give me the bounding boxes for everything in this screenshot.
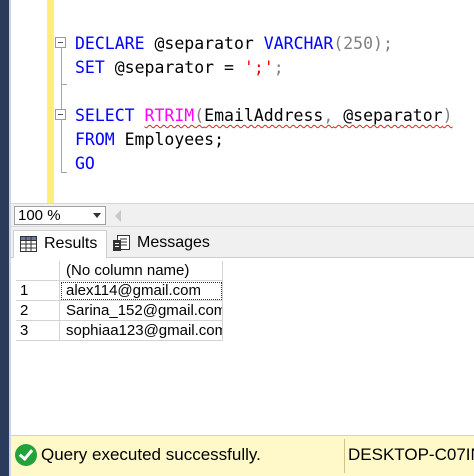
variable: @separator (333, 106, 443, 125)
outline-line (61, 40, 62, 172)
change-tracking-margin (47, 0, 54, 203)
server-name: DESKTOP-C07IN (348, 445, 474, 464)
tab-label: Messages (137, 234, 210, 251)
code-text: , (323, 106, 334, 125)
code-line-4[interactable]: SELECT RTRIM(EmailAddress, @separator) (75, 104, 453, 128)
editor-zoom-bar: 100 % (11, 203, 474, 227)
status-divider (344, 439, 345, 473)
messages-icon (113, 235, 130, 251)
keyword: SELECT (75, 106, 145, 125)
window-frame-left (0, 0, 9, 476)
code-text: ) (442, 106, 453, 125)
query-editor[interactable]: DECLARE @separator VARCHAR(250); SET @se… (11, 0, 474, 203)
function-name: RTRIM (144, 106, 195, 125)
results-tab-bar: Results Messages (11, 227, 474, 258)
keyword: GO (75, 154, 95, 173)
row-number[interactable]: 3 (16, 321, 60, 341)
tab-results[interactable]: Results (13, 230, 107, 258)
code-line-1[interactable]: DECLARE @separator VARCHAR(250); (75, 32, 393, 56)
string-literal: ';' (243, 58, 274, 77)
tab-messages[interactable]: Messages (107, 230, 211, 258)
variable: @separator = (104, 58, 244, 77)
keyword: DECLARE (75, 34, 145, 53)
variable: @separator (144, 34, 264, 53)
code-line-2[interactable]: SET @separator = ';'; (75, 56, 284, 80)
column-name: EmailAddress (204, 106, 324, 125)
code-line-5[interactable]: FROM Employees; (75, 128, 224, 152)
chevron-down-icon[interactable] (93, 213, 101, 218)
code-text: Employees; (114, 130, 225, 149)
zoom-dropdown[interactable]: 100 % (14, 206, 106, 225)
row-number[interactable]: 1 (16, 281, 60, 301)
tab-label: Results (44, 235, 98, 252)
result-cell[interactable]: sophiaa123@gmail.com (60, 321, 223, 341)
code-text: (250); (333, 34, 393, 53)
results-grid-icon (20, 236, 37, 252)
keyword: VARCHAR (263, 34, 334, 53)
result-cell[interactable]: Sarina_152@gmail.com (60, 301, 223, 321)
column-header[interactable]: (No column name) (60, 261, 223, 281)
keyword: FROM (75, 130, 115, 149)
row-number-header[interactable] (16, 261, 60, 281)
code-text: ; (273, 58, 284, 77)
zoom-value: 100 % (18, 207, 61, 224)
collapse-region-icon[interactable] (55, 109, 66, 120)
collapse-region-icon[interactable] (55, 37, 66, 48)
status-message: Query executed successfully. (41, 445, 261, 464)
outline-tick (61, 172, 67, 173)
result-cell[interactable]: alex114@gmail.com (60, 281, 223, 301)
scroll-left-icon[interactable] (115, 210, 121, 222)
code-line-6[interactable]: GO (75, 152, 95, 176)
code-text: ( (194, 106, 205, 125)
results-grid[interactable]: (No column name) 1 alex114@gmail.com 2 S… (11, 258, 474, 435)
row-number[interactable]: 2 (16, 301, 60, 321)
keyword: SET (75, 58, 105, 77)
success-check-icon (15, 444, 37, 466)
outline-tick (61, 84, 67, 85)
query-status-bar: Query executed successfully. DESKTOP-C07… (11, 435, 474, 476)
